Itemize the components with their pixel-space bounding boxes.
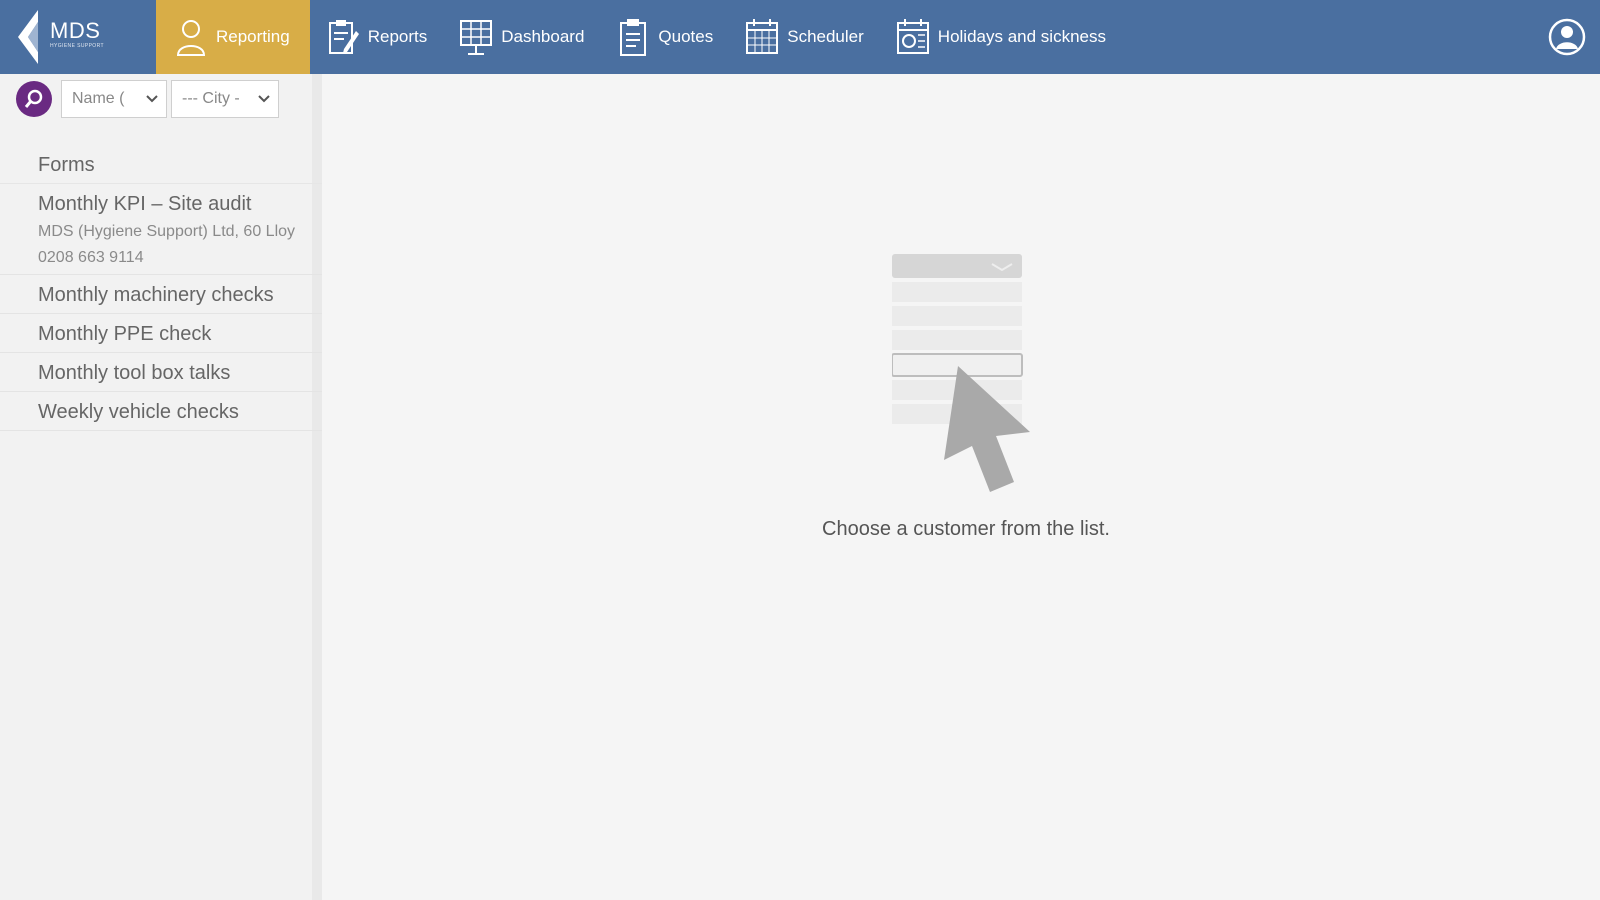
list-item-title: Monthly KPI – Site audit [38, 193, 252, 215]
nav-label: Reporting [216, 27, 290, 46]
forms-list: Monthly KPI – Site audit MDS (Hygiene Su… [0, 184, 322, 431]
nav-label: Dashboard [501, 27, 585, 46]
list-item-address: MDS (Hygiene Support) Ltd, 60 Lloy [38, 223, 296, 240]
nav-scheduler[interactable]: Scheduler [729, 0, 880, 74]
list-item-title: Monthly machinery checks [38, 284, 274, 306]
user-account-icon[interactable] [1548, 18, 1586, 56]
choose-from-list-illustration [892, 254, 1030, 492]
customer-sidebar: Name ( --- City - Forms Monthly KPI – Si… [0, 74, 322, 900]
forms-section-title: Forms [0, 146, 322, 184]
list-item[interactable]: Monthly PPE check [0, 314, 322, 353]
mds-logo[interactable]: MDS HYGIENE SUPPORT [0, 0, 156, 74]
city-filter-value: --- City - [182, 90, 240, 107]
clipboard-icon [620, 19, 647, 56]
main-nav: Reporting Reports Dashboard Quotes Sched… [156, 0, 1122, 74]
nav-reporting[interactable]: Reporting [156, 0, 310, 74]
empty-state-message: Choose a customer from the list. [332, 518, 1600, 541]
dashboard-icon [460, 20, 493, 55]
empty-state-text: Choose a customer from the list. [822, 518, 1110, 540]
name-filter-value: Name ( [72, 90, 125, 107]
list-item-title: Monthly tool box talks [38, 362, 231, 384]
chevron-down-icon [146, 95, 158, 103]
report-edit-icon [328, 20, 359, 54]
nav-reports[interactable]: Reports [310, 0, 444, 74]
nav-holidays-and-sickness[interactable]: Holidays and sickness [880, 0, 1122, 74]
search-button[interactable] [16, 81, 52, 117]
search-icon [24, 89, 43, 108]
nav-dashboard[interactable]: Dashboard [443, 0, 600, 74]
list-item-phone: 0208 663 9114 [38, 249, 144, 266]
main-content: Choose a customer from the list. [332, 74, 1600, 900]
list-item[interactable]: Weekly vehicle checks [0, 392, 322, 431]
nav-quotes[interactable]: Quotes [600, 0, 729, 74]
nav-label: Reports [367, 27, 428, 46]
city-filter-select[interactable]: --- City - [171, 80, 279, 118]
filter-bar: Name ( --- City - [0, 74, 312, 124]
logo-subtext: HYGIENE SUPPORT [50, 43, 104, 49]
nav-label: Scheduler [787, 27, 864, 46]
list-item-title: Monthly PPE check [38, 323, 212, 345]
top-navigation-bar: MDS HYGIENE SUPPORT Reporting Reports Da… [0, 0, 1600, 74]
list-item-title: Weekly vehicle checks [38, 401, 239, 423]
nav-label: Quotes [658, 27, 714, 46]
chevron-down-icon [258, 95, 270, 103]
name-filter-select[interactable]: Name ( [61, 80, 167, 118]
person-icon [176, 20, 206, 56]
list-item[interactable]: Monthly machinery checks [0, 275, 322, 314]
nav-label: Holidays and sickness [937, 27, 1106, 46]
holiday-calendar-icon [896, 19, 929, 54]
logo-text: MDS [50, 18, 101, 43]
list-item[interactable]: Monthly tool box talks [0, 353, 322, 392]
calendar-icon [746, 19, 779, 54]
list-item[interactable]: Monthly KPI – Site audit MDS (Hygiene Su… [0, 184, 322, 275]
